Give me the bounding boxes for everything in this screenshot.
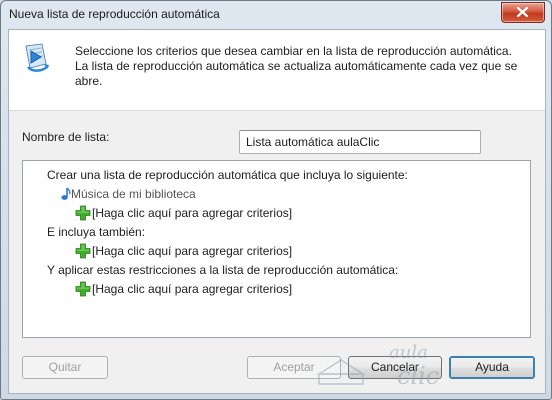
also-include-heading: E incluya también:	[47, 225, 146, 239]
add-criteria-link[interactable]: [Haga clic aquí para agregar criterios]	[75, 205, 292, 221]
green-plus-icon	[75, 281, 91, 297]
description-line: abre.	[75, 74, 103, 88]
dialog-window: Nueva lista de reproducción automática S…	[0, 0, 552, 400]
add-criteria-label[interactable]: [Haga clic aquí para agregar criterios]	[92, 206, 292, 220]
list-name-label: Nombre de lista:	[22, 130, 110, 144]
list-name-input[interactable]	[239, 130, 481, 154]
playlist-icon	[25, 43, 49, 72]
cancel-button[interactable]: Cancelar	[348, 356, 442, 379]
close-icon	[517, 7, 528, 17]
dialog-body: Seleccione los criterios que desea cambi…	[8, 29, 546, 394]
green-plus-icon	[75, 205, 91, 221]
dialog-description: Seleccione los criterios que desea cambi…	[75, 44, 535, 89]
add-criteria-link[interactable]: [Haga clic aquí para agregar criterios]	[75, 243, 292, 259]
close-button[interactable]	[501, 2, 545, 23]
music-note-icon	[61, 187, 71, 200]
title-bar[interactable]: Nueva lista de reproducción automática	[1, 1, 551, 29]
description-line: Seleccione los criterios que desea cambi…	[75, 44, 512, 58]
header-panel: Seleccione los criterios que desea cambi…	[9, 30, 545, 111]
include-heading: Crear una lista de reproducción automáti…	[47, 168, 408, 182]
restrictions-heading: Y aplicar estas restricciones a la lista…	[47, 263, 399, 277]
criteria-panel: Crear una lista de reproducción automáti…	[22, 160, 531, 338]
library-filter-label: Música de mi biblioteca	[71, 187, 196, 201]
green-plus-icon	[75, 243, 91, 259]
accept-button[interactable]: Aceptar	[247, 356, 341, 379]
library-filter-row[interactable]: Música de mi biblioteca	[61, 186, 196, 202]
add-criteria-label[interactable]: [Haga clic aquí para agregar criterios]	[92, 282, 292, 296]
window-title: Nueva lista de reproducción automática	[9, 7, 220, 21]
description-line: La lista de reproducción automática se a…	[75, 59, 518, 73]
add-criteria-link[interactable]: [Haga clic aquí para agregar criterios]	[75, 281, 292, 297]
help-button[interactable]: Ayuda	[449, 356, 535, 379]
remove-button[interactable]: Quitar	[22, 356, 108, 379]
add-criteria-label[interactable]: [Haga clic aquí para agregar criterios]	[92, 244, 292, 258]
